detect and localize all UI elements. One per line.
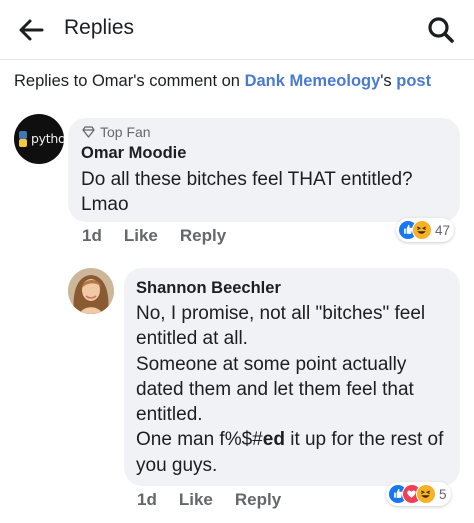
reaction-count: 47 (435, 222, 451, 238)
diamond-icon (82, 126, 95, 138)
top-fan-badge: Top Fan (82, 124, 151, 140)
arrow-left-icon[interactable] (18, 18, 44, 42)
reply-button[interactable]: Reply (180, 226, 226, 246)
replies-context: Replies to Omar's comment on Dank Memeol… (14, 72, 431, 91)
haha-reaction-icon (412, 220, 432, 240)
context-prefix: Replies to Omar's comment on (14, 72, 245, 90)
post-link[interactable]: post (396, 72, 431, 90)
reply-button[interactable]: Reply (235, 490, 281, 510)
comment-actions: 1d Like Reply (82, 226, 250, 246)
page-title: Replies (64, 16, 135, 39)
reaction-count: 5 (439, 486, 447, 502)
avatar[interactable] (68, 268, 114, 314)
context-possessive: 's (380, 72, 397, 90)
comment-bubble[interactable]: Top Fan Omar Moodie Do all these bitches… (68, 118, 460, 222)
comment-time: 1d (82, 226, 102, 245)
profile-photo (68, 268, 114, 314)
reply-time: 1d (137, 490, 157, 509)
avatar[interactable]: python (14, 114, 64, 164)
reply-author[interactable]: Shannon Beechler (136, 279, 281, 298)
comment-author[interactable]: Omar Moodie (81, 144, 186, 163)
page-link[interactable]: Dank Memeology (245, 72, 381, 90)
like-button[interactable]: Like (179, 490, 213, 510)
haha-reaction-icon (416, 484, 436, 504)
reply-bubble[interactable]: Shannon Beechler No, I promise, not all … (124, 268, 460, 486)
reply-actions: 1d Like Reply (137, 490, 305, 510)
reaction-summary[interactable]: 5 (386, 482, 451, 506)
reply-text: No, I promise, not all "bitches" feel en… (136, 301, 454, 478)
badge-label: Top Fan (100, 124, 151, 140)
avatar-label: python (31, 131, 64, 146)
comment-text: Do all these bitches feel THAT entitled?… (81, 169, 413, 215)
top-bar: Replies (0, 0, 474, 60)
search-icon[interactable] (427, 16, 455, 44)
like-button[interactable]: Like (124, 226, 158, 246)
reaction-summary[interactable]: 47 (396, 218, 455, 242)
reply-text-bold: ed (262, 429, 285, 451)
